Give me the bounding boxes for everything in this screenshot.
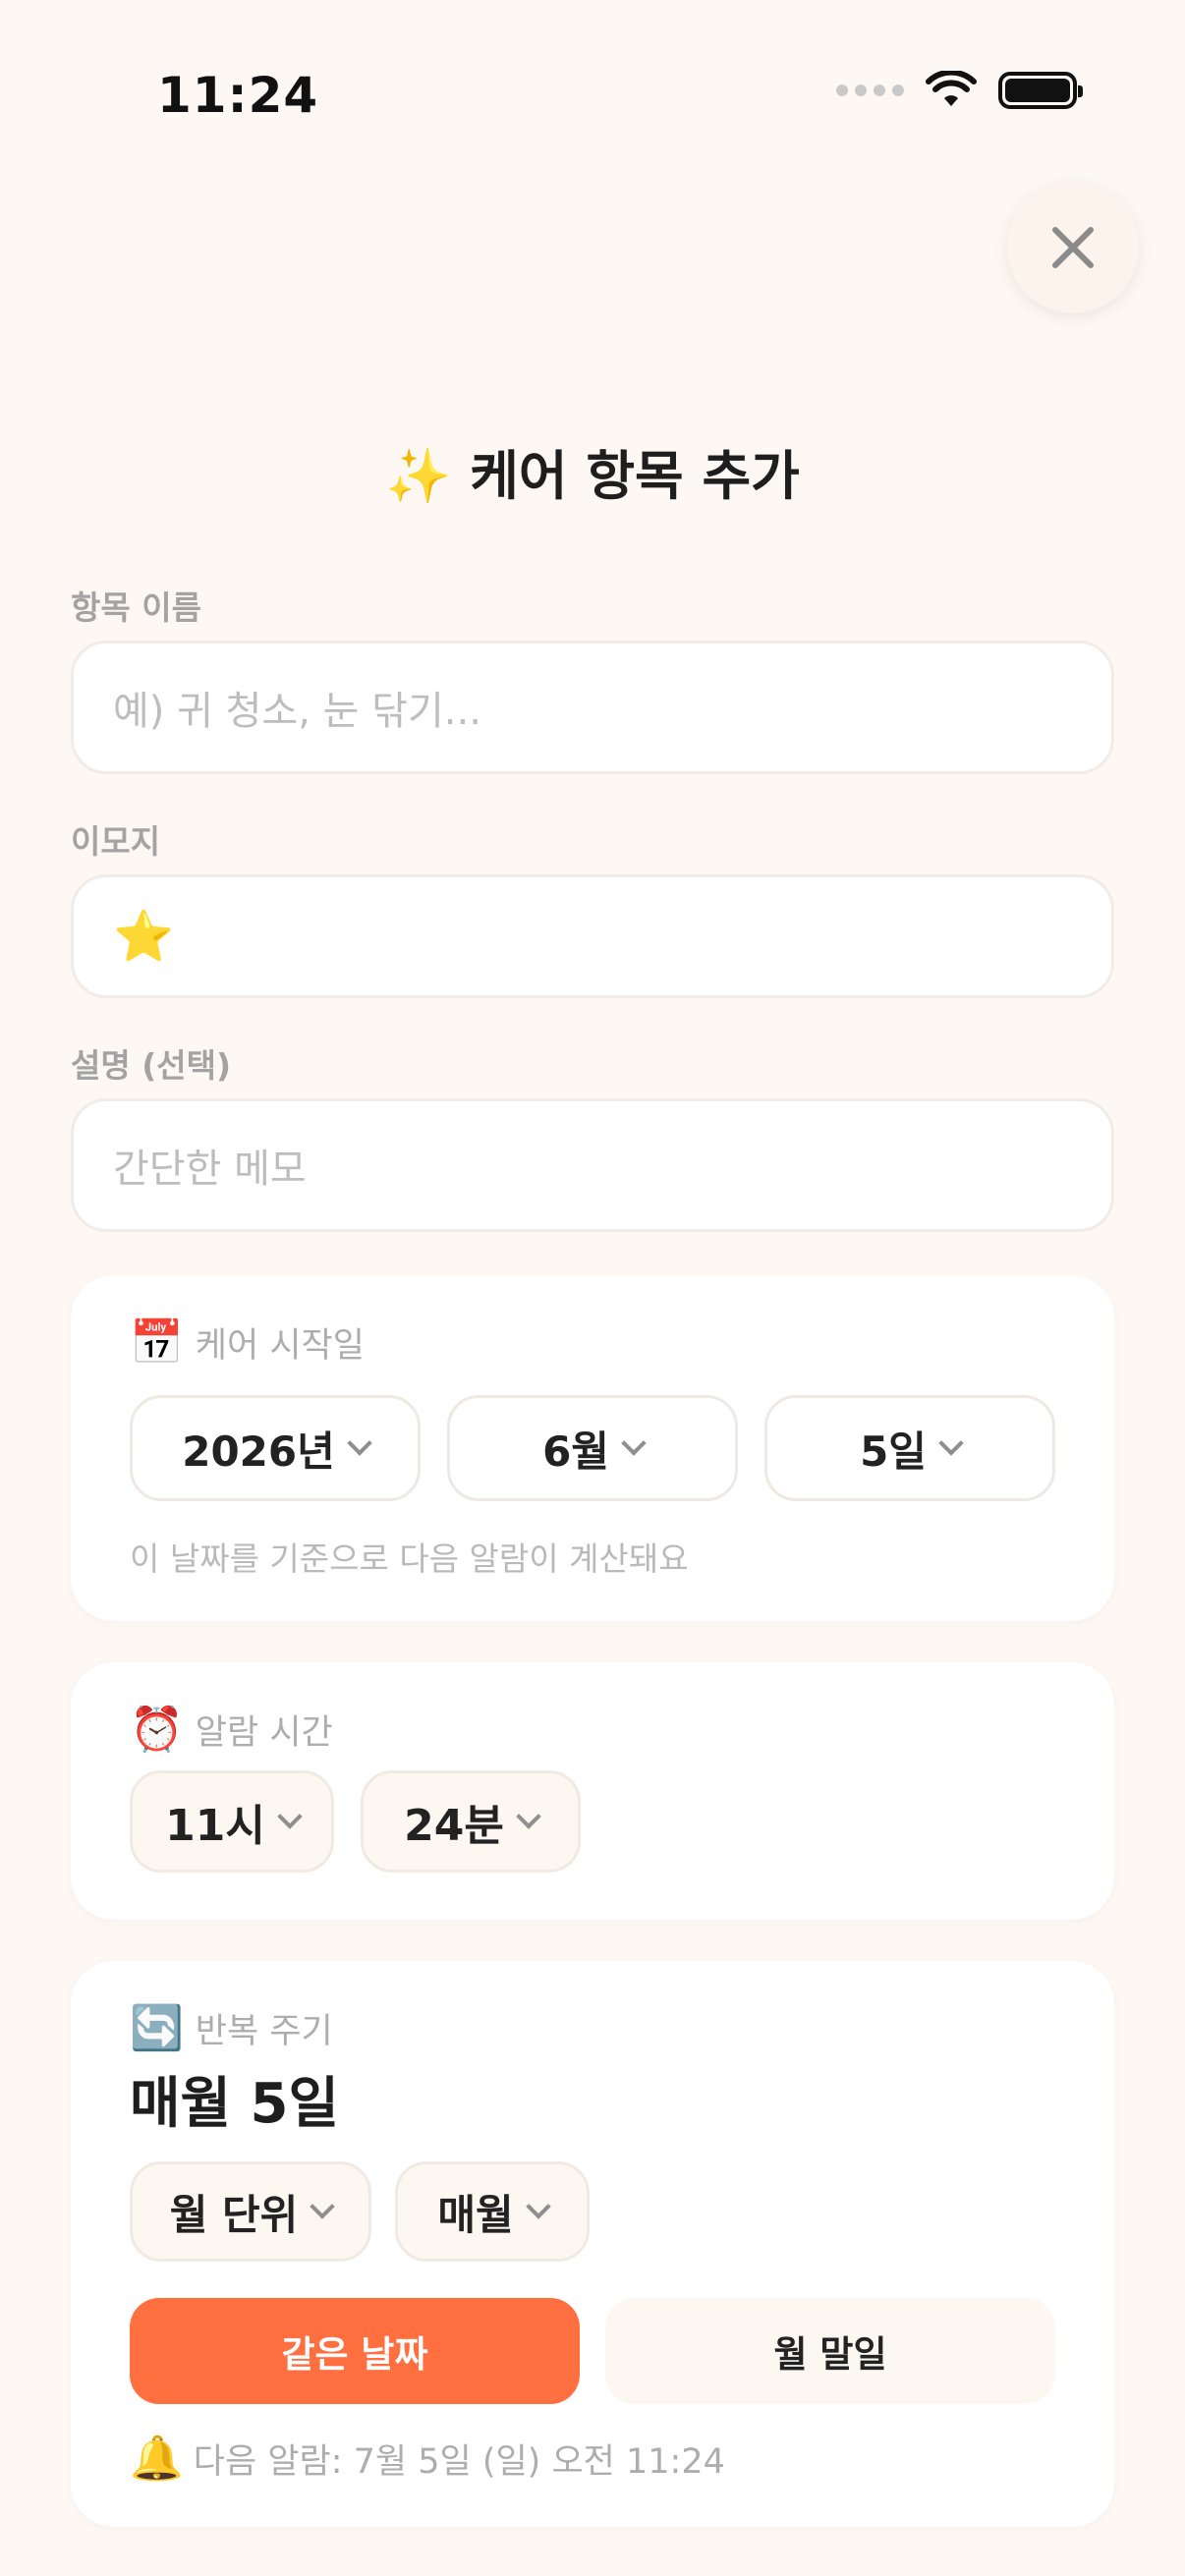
battery-icon xyxy=(998,72,1083,109)
hour-select[interactable]: 11시 xyxy=(130,1770,334,1873)
status-indicators xyxy=(836,71,1083,110)
chevron-down-icon xyxy=(516,1804,541,1829)
next-alarm-text: 다음 알람: 7월 5일 (일) 오전 11:24 xyxy=(193,2441,725,2482)
minute-value: 24분 xyxy=(404,1801,504,1851)
name-input[interactable]: 예) 귀 청소, 눈 닦기... xyxy=(71,641,1114,774)
alarm-clock-icon: ⏰ xyxy=(130,1705,184,1755)
start-date-label: 📅 케어 시작일 xyxy=(130,1316,365,1368)
page-title-text: 케어 항목 추가 xyxy=(470,445,800,507)
signal-icon xyxy=(836,84,904,96)
day-value: 5일 xyxy=(860,1427,927,1476)
close-button[interactable] xyxy=(1007,182,1139,313)
month-select[interactable]: 6월 xyxy=(447,1395,738,1501)
month-value: 6월 xyxy=(542,1427,609,1476)
alarm-time-label: ⏰ 알람 시간 xyxy=(130,1704,333,1755)
name-label: 항목 이름 xyxy=(71,588,201,627)
chevron-down-icon xyxy=(938,1430,964,1456)
repeat-label: 🔄 반복 주기 xyxy=(130,2002,333,2053)
start-date-hint: 이 날짜를 기준으로 다음 알람이 계산돼요 xyxy=(130,1540,689,1578)
chevron-down-icon xyxy=(310,2194,335,2219)
repeat-card: 🔄 반복 주기 매월 5일 월 단위 매월 같은 날짜 월 말일 🔔 다음 알람… xyxy=(71,1961,1114,2527)
emoji-label: 이모지 xyxy=(71,822,161,861)
sparkles-icon: ✨ xyxy=(385,445,452,507)
chevron-down-icon xyxy=(347,1430,372,1456)
description-label: 설명 (선택) xyxy=(71,1046,232,1085)
year-value: 2026년 xyxy=(182,1427,335,1476)
chevron-down-icon xyxy=(525,2194,551,2219)
bell-icon: 🔔 xyxy=(130,2434,184,2484)
same-day-button[interactable]: 같은 날짜 xyxy=(130,2298,580,2404)
minute-select[interactable]: 24분 xyxy=(361,1770,581,1873)
chevron-down-icon xyxy=(277,1804,303,1829)
start-date-label-text: 케어 시작일 xyxy=(195,1325,365,1366)
description-placeholder: 간단한 메모 xyxy=(113,1147,307,1192)
name-placeholder: 예) 귀 청소, 눈 닦기... xyxy=(113,689,481,734)
star-icon: ⭐ xyxy=(113,907,175,965)
emoji-field[interactable]: ⭐ xyxy=(71,874,1114,998)
repeat-icon: 🔄 xyxy=(130,2003,184,2053)
day-select[interactable]: 5일 xyxy=(764,1395,1055,1501)
page-title: ✨ 케어 항목 추가 xyxy=(0,432,1185,510)
chevron-down-icon xyxy=(621,1430,647,1456)
repeat-interval-select[interactable]: 매월 xyxy=(395,2161,590,2262)
description-input[interactable]: 간단한 메모 xyxy=(71,1098,1114,1232)
repeat-unit-value: 월 단위 xyxy=(169,2190,299,2239)
repeat-unit-select[interactable]: 월 단위 xyxy=(130,2161,371,2262)
start-date-card: 📅 케어 시작일 2026년 6월 5일 이 날짜를 기준으로 다음 알람이 계… xyxy=(71,1275,1114,1621)
repeat-label-text: 반복 주기 xyxy=(195,2011,333,2051)
status-time: 11:24 xyxy=(157,67,319,124)
year-select[interactable]: 2026년 xyxy=(130,1395,421,1501)
alarm-time-card: ⏰ 알람 시간 11시 24분 xyxy=(71,1662,1114,1920)
calendar-icon: 📅 xyxy=(130,1317,184,1368)
month-end-button[interactable]: 월 말일 xyxy=(605,2298,1055,2404)
repeat-interval-value: 매월 xyxy=(437,2190,514,2239)
repeat-summary: 매월 5일 xyxy=(130,2072,340,2136)
wifi-icon xyxy=(926,71,977,106)
next-alarm-info: 🔔 다음 알람: 7월 5일 (일) 오전 11:24 xyxy=(130,2433,725,2484)
hour-value: 11시 xyxy=(165,1801,265,1851)
close-icon xyxy=(1052,227,1094,268)
alarm-time-label-text: 알람 시간 xyxy=(195,1712,333,1753)
